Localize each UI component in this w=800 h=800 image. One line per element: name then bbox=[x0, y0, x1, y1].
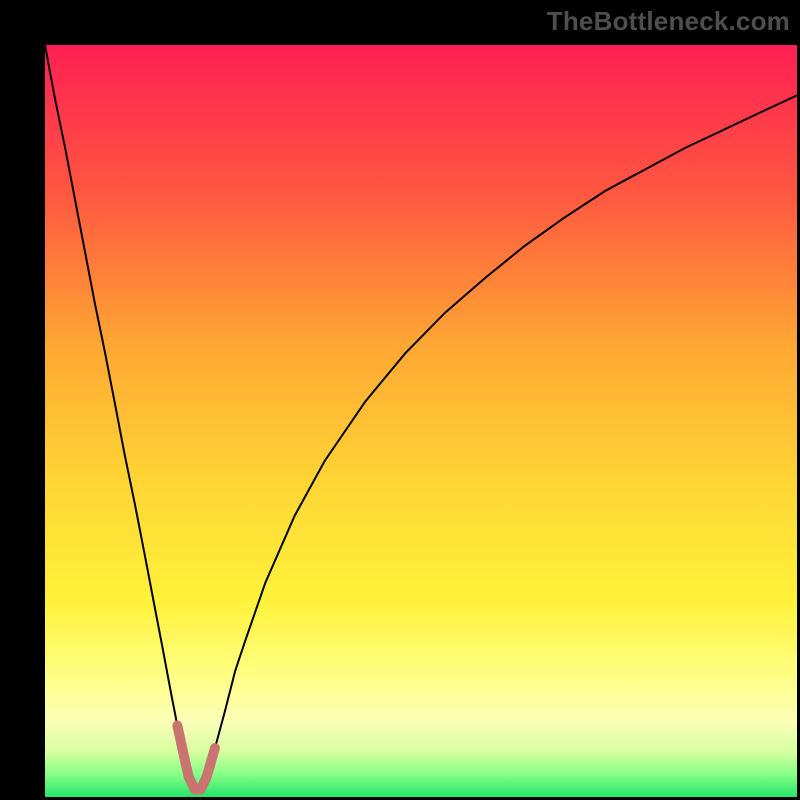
chart-frame: TheBottleneck.com bbox=[0, 0, 800, 800]
watermark-text: TheBottleneck.com bbox=[547, 6, 790, 37]
curve-layer bbox=[45, 45, 797, 797]
series-bottleneck-curve bbox=[45, 45, 797, 789]
plot-area bbox=[45, 45, 797, 797]
series-bottleneck-highlight bbox=[177, 726, 215, 790]
